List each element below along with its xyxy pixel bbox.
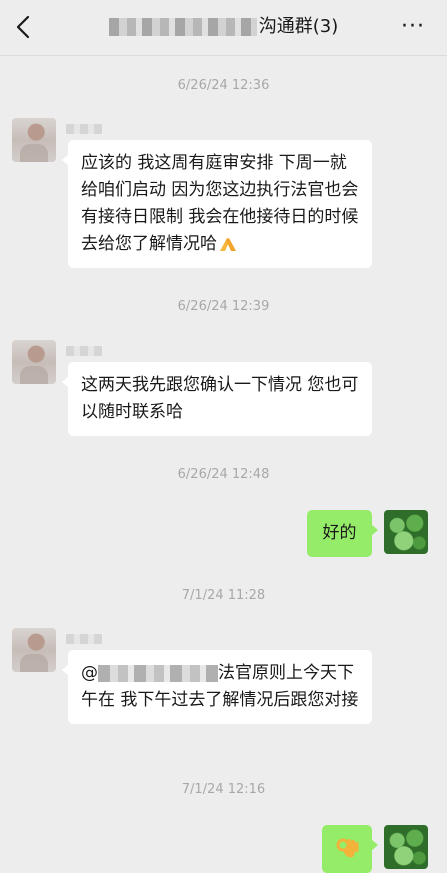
- sender-name-redacted: [66, 634, 102, 644]
- my-avatar[interactable]: [384, 510, 428, 554]
- sender-name-redacted: [66, 346, 102, 356]
- pray-emoji-icon: [220, 238, 236, 251]
- my-avatar[interactable]: [384, 825, 428, 869]
- chat-title: 沟通群(3): [0, 14, 447, 40]
- message-list[interactable]: 6/26/24 12:36 应该的 我这周有庭审安排 下周一就给咱们启动 因为您…: [0, 56, 447, 873]
- timestamp: 6/26/24 12:48: [177, 467, 270, 482]
- message-bubble-outgoing[interactable]: 好的: [307, 510, 378, 557]
- more-options-icon[interactable]: ···: [401, 12, 425, 42]
- timestamp: 6/26/24 12:36: [177, 78, 270, 93]
- sender-avatar[interactable]: [12, 340, 56, 384]
- message-bubble-incoming[interactable]: @ 法官原则上今天下午在 我下午过去了解情况后跟您对接: [62, 650, 372, 724]
- timestamp: 7/1/24 12:16: [181, 782, 266, 797]
- chat-title-text: 沟通群(3): [258, 16, 339, 37]
- timestamp: 6/26/24 12:39: [177, 299, 270, 314]
- sender-avatar[interactable]: [12, 118, 56, 162]
- mention-redacted: [98, 664, 218, 682]
- message-bubble-incoming[interactable]: 应该的 我这周有庭审安排 下周一就给咱们启动 因为您这边执行法官也会有接待日限制…: [62, 140, 372, 268]
- timestamp: 7/1/24 11:28: [181, 588, 266, 603]
- message-bubble-incoming[interactable]: 这两天我先跟您确认一下情况 您也可以随时联系哈: [62, 362, 372, 436]
- sender-avatar[interactable]: [12, 628, 56, 672]
- message-bubble-outgoing[interactable]: [322, 825, 378, 873]
- sender-name-redacted: [66, 124, 102, 134]
- chat-header: 沟通群(3) ···: [0, 0, 447, 56]
- ok-hand-emoji-icon: [336, 838, 359, 858]
- redacted-group-name: [108, 18, 257, 36]
- mention-symbol: @: [81, 663, 98, 683]
